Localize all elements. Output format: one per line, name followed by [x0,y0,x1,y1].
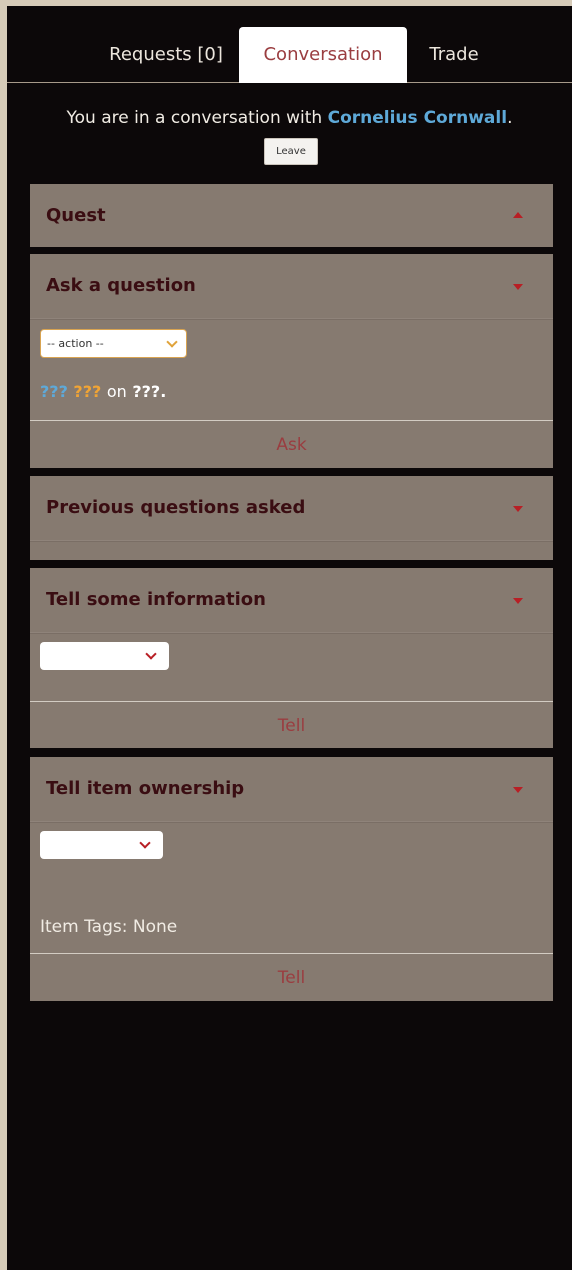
previous-questions-panel-header[interactable]: Previous questions asked [30,476,553,540]
caret-down-icon [513,284,523,290]
tell-item-ownership-panel: Tell item ownership Item Tags: None Tell [30,757,553,1001]
tell-item-ownership-panel-title: Tell item ownership [46,778,245,799]
question-subject: ??? [40,382,68,401]
question-preview: ??? ??? on ???. [40,382,166,401]
ask-question-panel-title: Ask a question [46,275,196,296]
conversation-prefix: You are in a conversation with [66,108,328,128]
tab-conversation[interactable]: Conversation [239,27,407,83]
tab-bar: Requests [0] Conversation Trade [7,12,572,83]
quest-panel-header[interactable]: Quest [30,184,553,247]
chevron-down-icon [139,837,151,849]
action-select-value: -- action -- [47,337,104,350]
chevron-down-icon [166,336,178,348]
ask-question-panel: Ask a question -- action -- ??? ??? on ?… [30,254,553,468]
item-select[interactable] [40,831,163,859]
window-frame-left [0,0,7,1270]
quest-panel-title: Quest [46,205,106,226]
quest-panel: Quest [30,184,553,247]
panel-divider [30,821,553,823]
caret-up-icon [513,212,523,218]
tell-information-panel: Tell some information Tell [30,568,553,748]
chevron-down-icon [145,648,157,660]
action-select[interactable]: -- action -- [40,329,187,358]
tell-item-ownership-panel-header[interactable]: Tell item ownership [30,757,553,821]
panel-divider [30,540,553,542]
conversation-partner-name[interactable]: Cornelius Cornwall [328,108,507,128]
ask-question-panel-header[interactable]: Ask a question [30,254,553,318]
tab-trade[interactable]: Trade [407,27,501,82]
item-tags-label: Item Tags: None [40,917,178,937]
tab-requests[interactable]: Requests [0] [92,27,240,82]
conversation-suffix: . [507,108,513,128]
leave-button[interactable]: Leave [264,138,318,165]
question-object: ???. [132,382,167,401]
question-verb: ??? [73,382,102,401]
caret-down-icon [513,787,523,793]
panel-divider [30,318,553,320]
tell-item-ownership-button[interactable]: Tell [30,953,553,1002]
ask-button[interactable]: Ask [30,420,553,469]
information-select[interactable] [40,642,169,670]
tell-information-panel-header[interactable]: Tell some information [30,568,553,632]
question-on: on [106,382,127,401]
panel-divider [30,632,553,634]
previous-questions-panel: Previous questions asked [30,476,553,560]
caret-down-icon [513,506,523,512]
tell-information-panel-title: Tell some information [46,589,266,610]
previous-questions-panel-title: Previous questions asked [46,497,306,518]
conversation-status: You are in a conversation with Cornelius… [7,108,572,128]
tell-information-button[interactable]: Tell [30,701,553,750]
caret-down-icon [513,598,523,604]
